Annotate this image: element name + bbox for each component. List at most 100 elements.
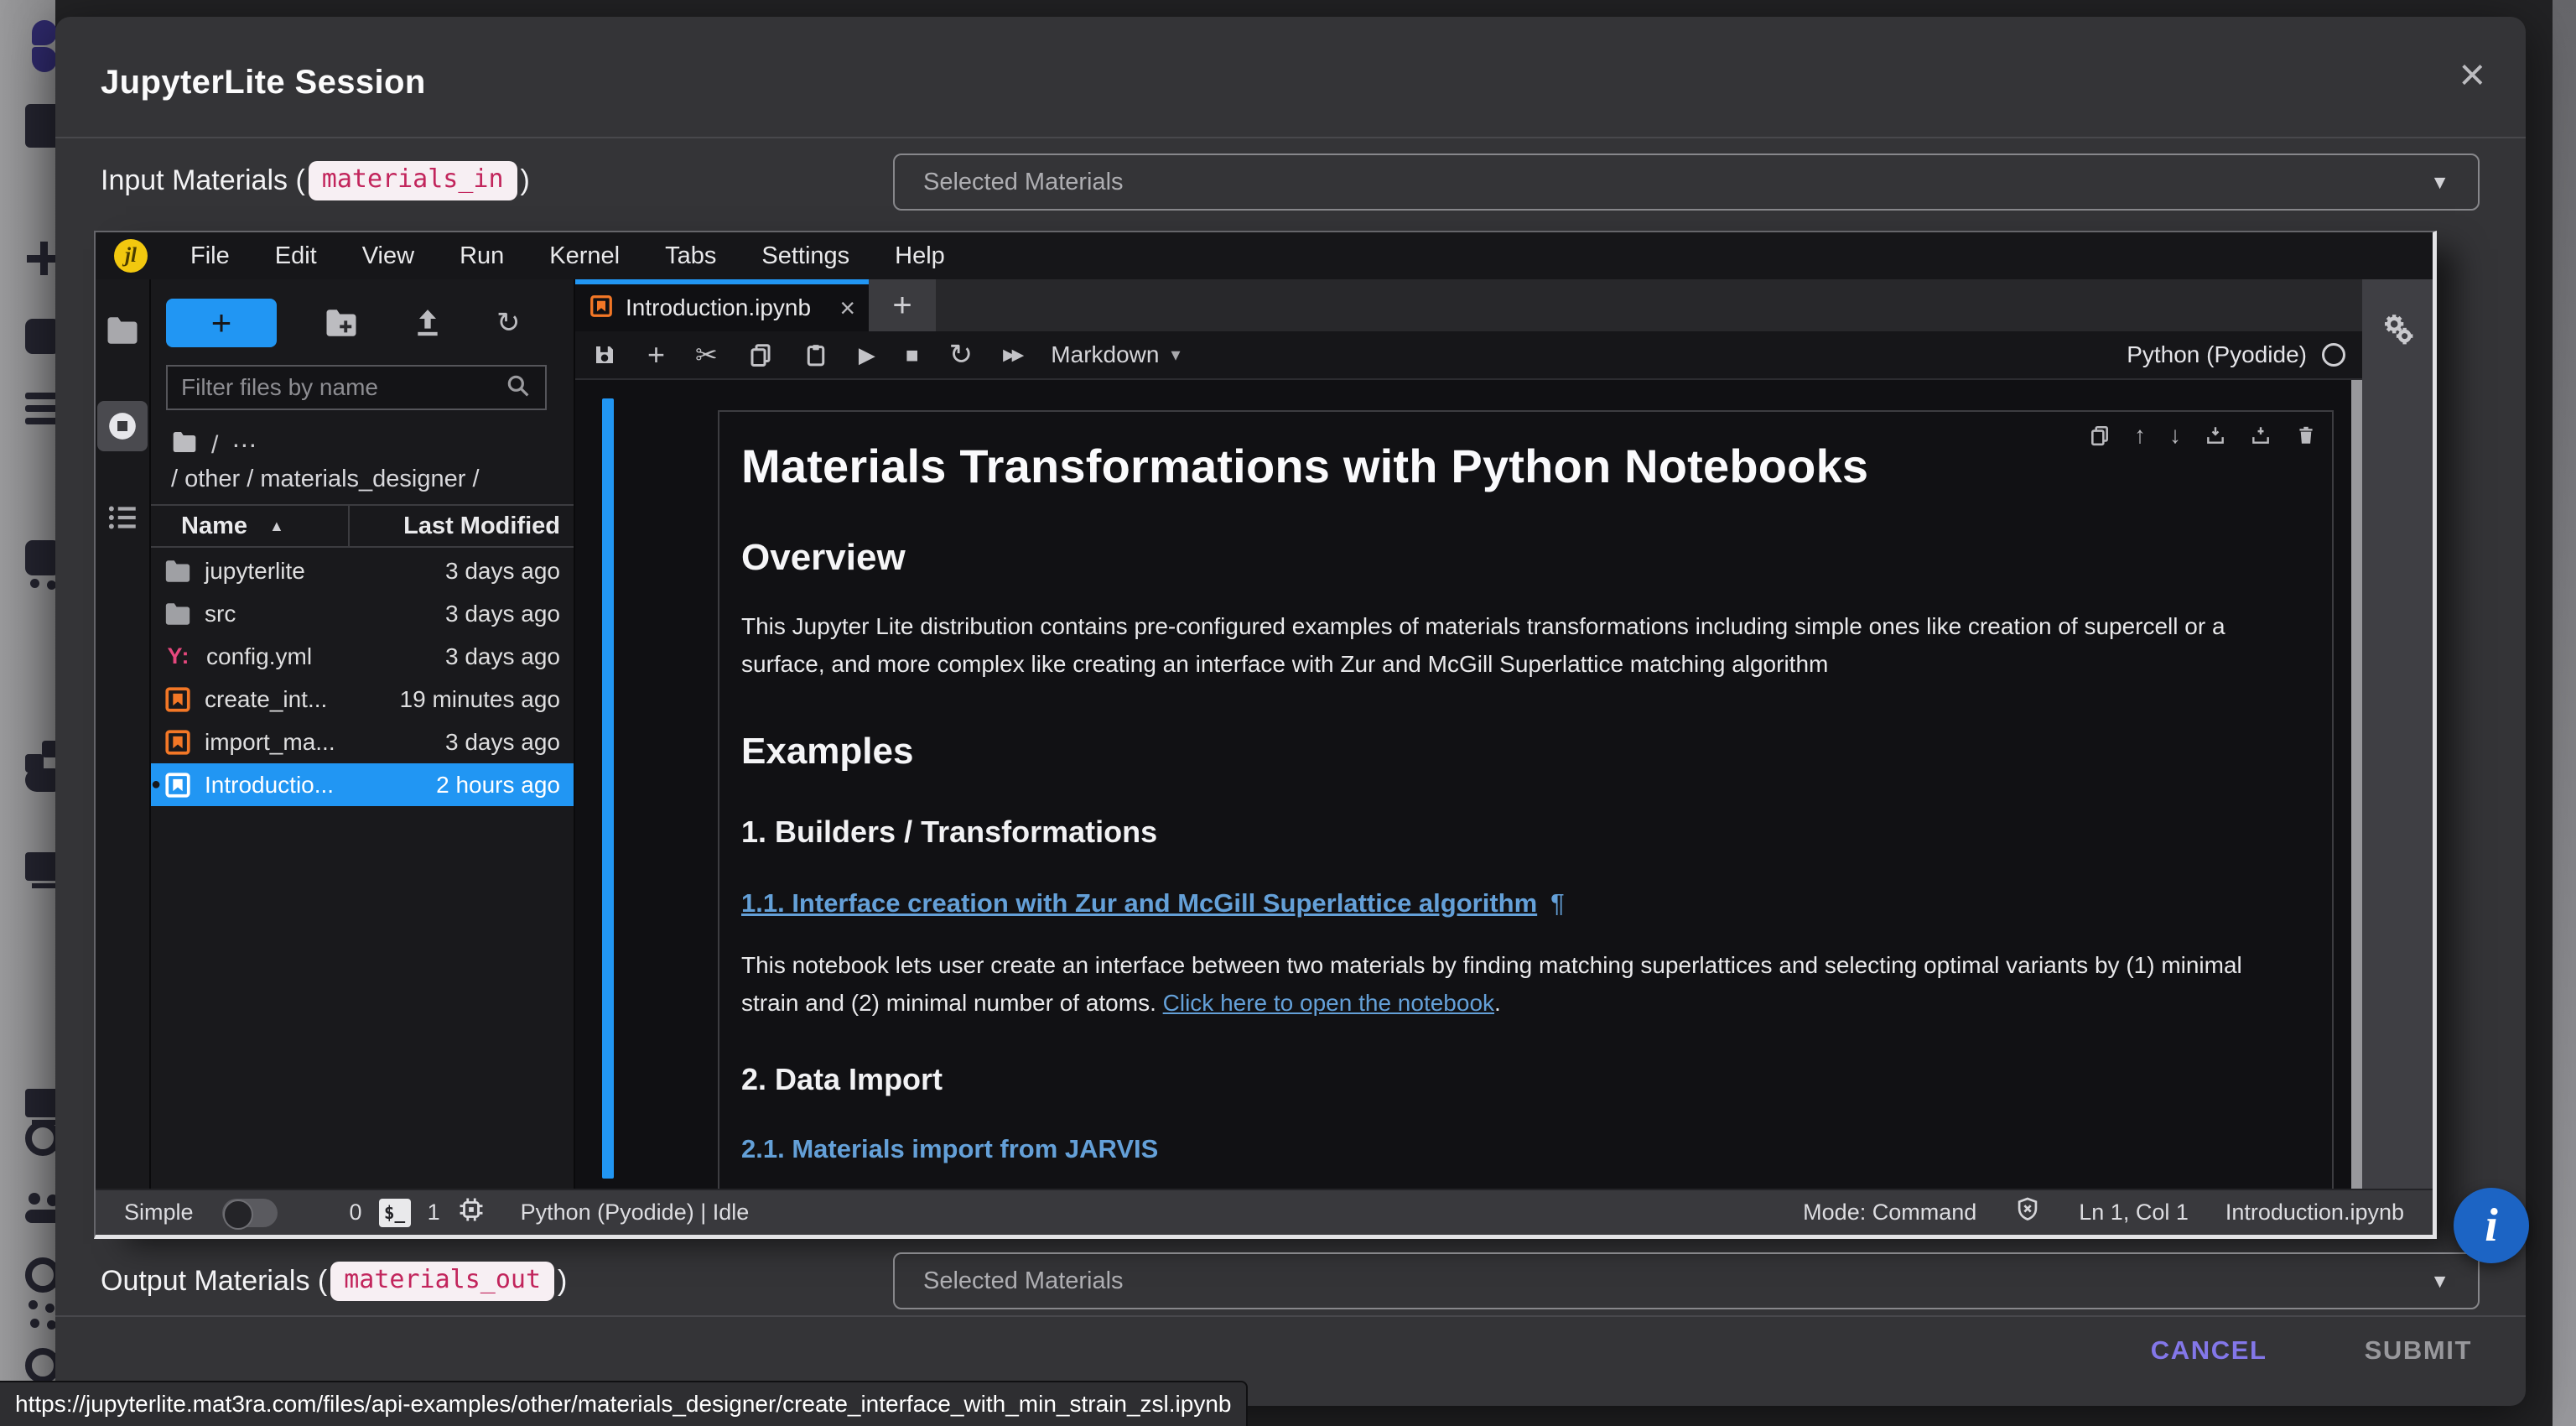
move-up-icon[interactable]: ↑ [2134, 422, 2146, 449]
move-down-icon[interactable]: ↓ [2169, 422, 2181, 449]
markdown-cell[interactable]: ↑ ↓ M [718, 410, 2334, 1189]
examples-heading: Examples [741, 731, 2293, 773]
restart-kernel-icon[interactable]: ↻ [949, 338, 974, 372]
kernel-idle-icon[interactable] [2322, 343, 2345, 367]
chevron-down-icon: ▼ [2430, 1270, 2449, 1293]
materials-in-code-chip: materials_in [309, 161, 517, 200]
gear-icon[interactable] [2378, 310, 2417, 1189]
insert-cell-icon[interactable]: + [647, 337, 665, 372]
jupyterlite-app: jl File Edit View Run Kernel Tabs Settin… [94, 231, 2437, 1239]
modal-title: JupyterLite Session [101, 64, 426, 101]
close-icon[interactable]: × [2459, 52, 2485, 97]
overview-paragraph: This Jupyter Lite distribution contains … [741, 607, 2293, 684]
header-divider [55, 137, 2526, 138]
output-label-prefix: Output Materials ( [101, 1265, 327, 1298]
notebook-file-icon [163, 685, 193, 714]
breadcrumb-ellipsis[interactable]: ⋯ [231, 431, 257, 461]
file-row-config-yml[interactable]: Y: config.yml 3 days ago [151, 635, 574, 678]
cell-type-select[interactable]: Markdown ▾ [1051, 341, 1180, 368]
file-row-create-interface[interactable]: create_int... 19 minutes ago [151, 678, 574, 721]
cursor-position[interactable]: Ln 1, Col 1 [2079, 1200, 2189, 1226]
new-folder-icon[interactable] [324, 305, 359, 341]
info-button[interactable]: i [2454, 1188, 2529, 1263]
breadcrumb-root-sep: / [211, 431, 218, 460]
refresh-icon[interactable]: ↻ [496, 306, 521, 340]
interface-creation-link[interactable]: 1.1. Interface creation with Zur and McG… [741, 888, 1537, 918]
kernel-name[interactable]: Python (Pyodide) [2127, 341, 2307, 368]
terminals-count[interactable]: 0 [350, 1200, 362, 1226]
simple-mode-toggle[interactable] [222, 1199, 278, 1227]
statusbar-filename: Introduction.ipynb [2225, 1200, 2404, 1226]
kernel-running-dot: ● [151, 775, 161, 794]
file-list-header: Name ▲ Last Modified [151, 504, 574, 548]
run-cell-icon[interactable]: ▶ [859, 342, 875, 368]
data-import-heading: 2. Data Import [741, 1062, 2293, 1097]
running-sessions-tab-icon[interactable] [97, 401, 148, 451]
kernels-count[interactable]: 1 [428, 1200, 440, 1226]
file-row-import-materials[interactable]: import_ma... 3 days ago [151, 721, 574, 763]
notebook-content: ↑ ↓ M [575, 380, 2362, 1189]
menu-file[interactable]: File [168, 242, 252, 270]
jarvis-import-link[interactable]: 2.1. Materials import from JARVIS [741, 1134, 1158, 1163]
insert-below-icon[interactable] [2250, 424, 2272, 446]
menu-view[interactable]: View [340, 242, 437, 270]
new-tab-button[interactable]: + [869, 279, 936, 331]
copy-cell-icon[interactable] [748, 342, 773, 367]
menu-kernel[interactable]: Kernel [527, 242, 642, 270]
file-filter-input[interactable] [181, 374, 505, 401]
insert-above-icon[interactable] [2205, 424, 2226, 446]
cut-cell-icon[interactable]: ✂ [695, 339, 718, 371]
home-folder-icon[interactable] [171, 429, 198, 462]
jupyter-activity-bar [96, 279, 151, 1189]
notebook-scrollbar[interactable] [2351, 380, 2362, 1189]
sort-asc-icon: ▲ [269, 518, 284, 535]
file-browser-tab-icon[interactable] [105, 313, 140, 352]
input-label-prefix: Input Materials ( [101, 164, 305, 197]
file-row-jupyterlite[interactable]: jupyterlite 3 days ago [151, 549, 574, 592]
table-of-contents-tab-icon[interactable] [105, 500, 140, 539]
stop-kernel-icon[interactable]: ■ [906, 342, 919, 368]
terminal-icon: $_ [379, 1199, 411, 1227]
file-row-src[interactable]: src 3 days ago [151, 592, 574, 635]
file-list: jupyterlite 3 days ago src 3 days ago Y:… [151, 549, 574, 806]
input-materials-label: Input Materials (materials_in) [101, 161, 530, 200]
anchor-pilcrow[interactable]: ¶ [1550, 888, 1565, 918]
input-label-suffix: ) [521, 164, 530, 197]
close-tab-icon[interactable]: × [839, 293, 855, 324]
new-launcher-button[interactable]: + [166, 299, 277, 347]
file-row-introduction-selected[interactable]: ● Introductio... 2 hours ago [151, 763, 574, 806]
duplicate-cell-icon[interactable] [2089, 424, 2111, 446]
input-materials-dropdown[interactable]: Selected Materials ▼ [893, 154, 2480, 211]
upload-icon[interactable] [411, 306, 444, 340]
run-all-icon[interactable]: ▶▶ [1003, 346, 1021, 365]
yaml-file-icon: Y: [163, 643, 195, 669]
column-header-modified[interactable]: Last Modified [350, 513, 574, 540]
save-icon[interactable] [592, 342, 617, 367]
delete-cell-icon[interactable] [2295, 424, 2317, 446]
menu-help[interactable]: Help [872, 242, 968, 270]
tab-bar: Introduction.ipynb × + [575, 279, 2362, 331]
notebook-toolbar: + ✂ ▶ ■ ↻ ▶▶ Markdown ▾ [575, 331, 2362, 380]
kernel-status[interactable]: Python (Pyodide) | Idle [521, 1200, 750, 1226]
output-materials-dropdown[interactable]: Selected Materials ▼ [893, 1252, 2480, 1309]
file-filter-box[interactable] [166, 365, 547, 410]
link-preview-tooltip: https://jupyterlite.mat3ra.com/files/api… [0, 1381, 1248, 1426]
menu-settings[interactable]: Settings [739, 242, 872, 270]
breadcrumb-path[interactable]: / other / materials_designer / [171, 466, 480, 493]
submit-button[interactable]: SUBMIT [2365, 1335, 2472, 1366]
column-header-name[interactable]: Name ▲ [151, 506, 350, 546]
output-dropdown-value: Selected Materials [923, 1267, 1124, 1295]
command-mode-indicator[interactable]: Mode: Command [1803, 1200, 1976, 1226]
search-icon [505, 372, 532, 403]
chevron-down-icon: ▼ [2430, 171, 2449, 194]
menu-edit[interactable]: Edit [252, 242, 340, 270]
menu-tabs[interactable]: Tabs [642, 242, 739, 270]
notebook-file-icon [589, 294, 614, 323]
breadcrumb[interactable]: / ⋯ [171, 429, 257, 462]
jupyter-menubar: jl File Edit View Run Kernel Tabs Settin… [96, 232, 2433, 279]
paste-cell-icon[interactable] [803, 342, 828, 367]
tab-introduction-ipynb[interactable]: Introduction.ipynb × [575, 279, 869, 331]
open-notebook-link[interactable]: Click here to open the notebook [1163, 990, 1494, 1016]
cancel-button[interactable]: CANCEL [2151, 1335, 2267, 1366]
menu-run[interactable]: Run [437, 242, 527, 270]
